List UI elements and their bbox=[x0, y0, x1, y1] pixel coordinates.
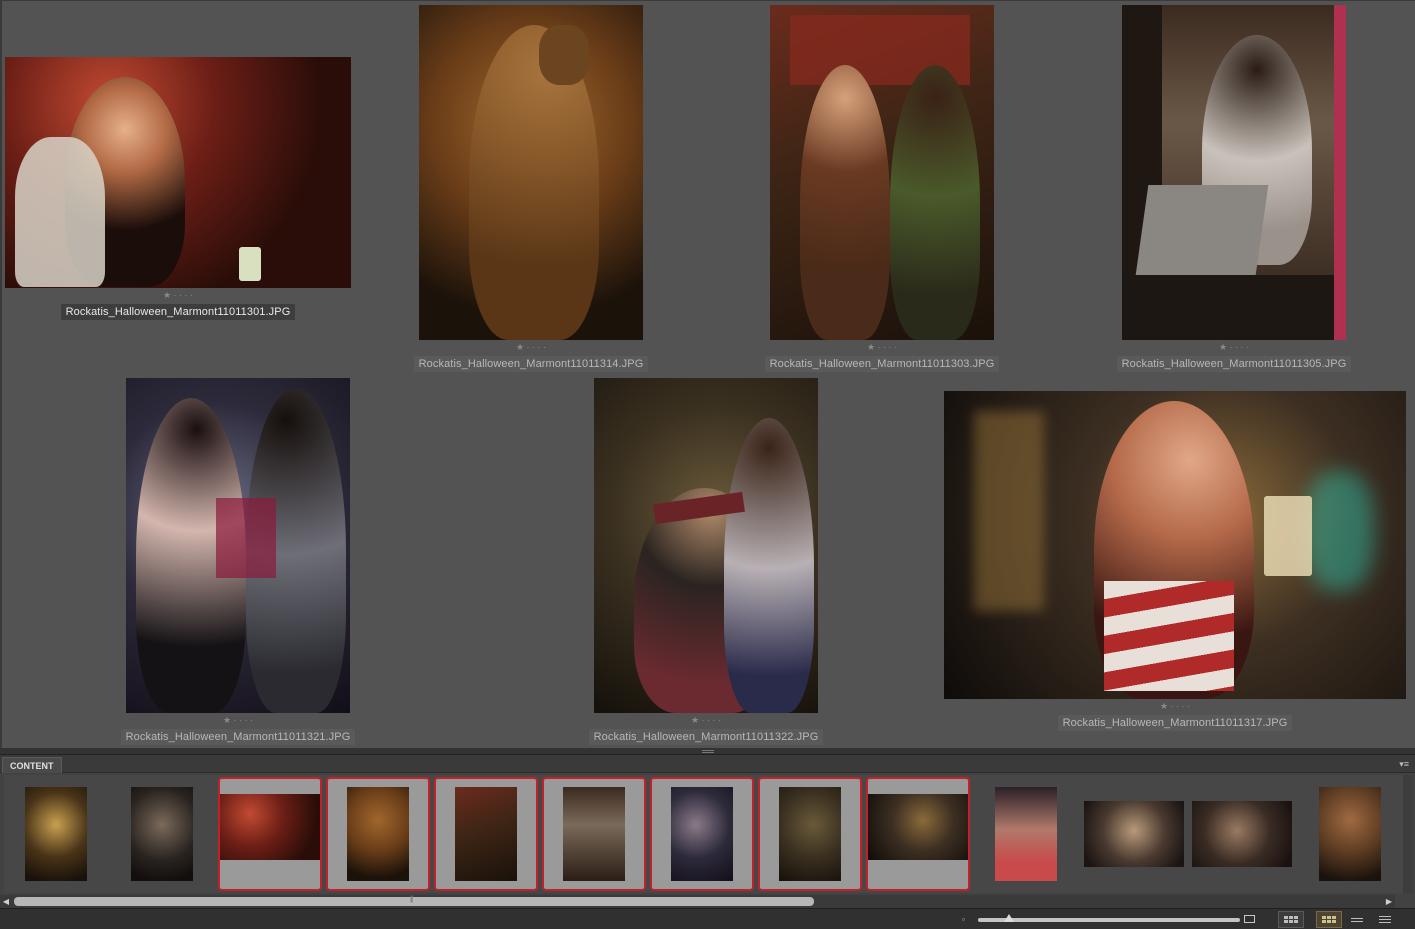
thumbnail-image bbox=[671, 787, 733, 881]
bridge-window: ★ · · · · Rockatis_Halloween_Marmont1101… bbox=[0, 0, 1415, 929]
photo-image[interactable] bbox=[770, 5, 994, 340]
photo-image[interactable] bbox=[1122, 5, 1346, 340]
preview-item[interactable]: ★ · · · · Rockatis_Halloween_Marmont1101… bbox=[582, 378, 830, 745]
thumbnail-image bbox=[779, 787, 841, 881]
preview-item[interactable]: ★ · · · · Rockatis_Halloween_Marmont1101… bbox=[114, 378, 362, 745]
thumbnail-image bbox=[131, 787, 193, 881]
grid-view-button[interactable] bbox=[1278, 911, 1304, 928]
content-vertical-scrollbar[interactable] bbox=[1403, 775, 1413, 893]
thumbnail-image bbox=[1192, 801, 1292, 867]
content-panel: CONTENT ▾≡ ◀ ||| ▶ bbox=[0, 754, 1415, 908]
content-horizontal-scrollbar[interactable]: ◀ ||| ▶ bbox=[0, 895, 1395, 908]
scroll-right-arrow-icon[interactable]: ▶ bbox=[1383, 895, 1395, 908]
preview-item[interactable]: ★ · · · · Rockatis_Halloween_Marmont1101… bbox=[4, 57, 352, 320]
preview-item[interactable]: ★ · · · · Rockatis_Halloween_Marmont1101… bbox=[1110, 5, 1358, 372]
photo-image[interactable] bbox=[419, 5, 643, 340]
rating-stars[interactable]: ★ · · · · bbox=[163, 290, 193, 300]
photo-image[interactable] bbox=[126, 378, 350, 713]
thumbnail[interactable] bbox=[758, 777, 862, 891]
tab-content[interactable]: CONTENT bbox=[2, 757, 62, 773]
content-tabbar: CONTENT ▾≡ bbox=[0, 755, 1415, 773]
panel-menu-icon[interactable]: ▾≡ bbox=[1399, 759, 1409, 769]
thumbnail[interactable] bbox=[4, 777, 108, 891]
thumbnail-image bbox=[25, 787, 87, 881]
thumbnail[interactable] bbox=[650, 777, 754, 891]
preview-item[interactable]: ★ · · · · Rockatis_Halloween_Marmont1101… bbox=[944, 391, 1406, 731]
photo-filename[interactable]: Rockatis_Halloween_Marmont11011305.JPG bbox=[1116, 356, 1352, 372]
photo-image[interactable] bbox=[5, 57, 351, 288]
thumbnail[interactable] bbox=[1082, 777, 1186, 891]
photo-filename[interactable]: Rockatis_Halloween_Marmont11011301.JPG bbox=[60, 304, 296, 320]
preview-pane[interactable]: ★ · · · · Rockatis_Halloween_Marmont1101… bbox=[0, 0, 1415, 748]
large-thumbnail-icon[interactable] bbox=[1244, 913, 1255, 926]
thumbnail[interactable] bbox=[110, 777, 214, 891]
rating-stars[interactable]: ★ · · · · bbox=[516, 342, 546, 352]
photo-filename[interactable]: Rockatis_Halloween_Marmont11011321.JPG bbox=[120, 729, 356, 745]
photo-filename[interactable]: Rockatis_Halloween_Marmont11011303.JPG bbox=[764, 356, 1000, 372]
photo-image[interactable] bbox=[594, 378, 818, 713]
thumbnail[interactable] bbox=[1190, 777, 1294, 891]
small-thumbnail-icon[interactable]: ▫ bbox=[962, 913, 965, 926]
thumbnail-size-slider[interactable] bbox=[978, 918, 1240, 922]
thumbnail[interactable] bbox=[434, 777, 538, 891]
scrollbar-grip-icon: ||| bbox=[410, 896, 414, 903]
bottom-toolbar: ▫ bbox=[0, 908, 1415, 929]
list-view-button[interactable] bbox=[1372, 911, 1398, 928]
scrollbar-thumb[interactable] bbox=[14, 897, 814, 906]
preview-item[interactable]: ★ · · · · Rockatis_Halloween_Marmont1101… bbox=[758, 5, 1006, 372]
thumbnail-image bbox=[868, 794, 968, 860]
photo-image[interactable] bbox=[944, 391, 1406, 699]
thumbnail-image bbox=[995, 787, 1057, 881]
rating-stars[interactable]: ★ · · · · bbox=[691, 715, 721, 725]
thumbnail[interactable] bbox=[218, 777, 322, 891]
photo-filename[interactable]: Rockatis_Halloween_Marmont11011314.JPG bbox=[413, 356, 649, 372]
rating-stars[interactable]: ★ · · · · bbox=[867, 342, 897, 352]
filmstrip-view-button[interactable] bbox=[1316, 911, 1342, 928]
preview-item[interactable]: ★ · · · · Rockatis_Halloween_Marmont1101… bbox=[407, 5, 655, 372]
thumbnail-image bbox=[1319, 787, 1381, 881]
thumbnail-image bbox=[563, 787, 625, 881]
thumbnail-image bbox=[1084, 801, 1184, 867]
details-view-button[interactable] bbox=[1344, 911, 1370, 928]
thumbnail[interactable] bbox=[542, 777, 646, 891]
rating-stars[interactable]: ★ · · · · bbox=[1219, 342, 1249, 352]
rating-stars[interactable]: ★ · · · · bbox=[1160, 701, 1190, 711]
thumbnail[interactable] bbox=[866, 777, 970, 891]
scroll-left-arrow-icon[interactable]: ◀ bbox=[0, 895, 12, 908]
rating-stars[interactable]: ★ · · · · bbox=[223, 715, 253, 725]
thumbnail[interactable] bbox=[974, 777, 1078, 891]
photo-filename[interactable]: Rockatis_Halloween_Marmont11011322.JPG bbox=[588, 729, 824, 745]
thumbnail-image bbox=[455, 787, 517, 881]
thumbnail-strip[interactable] bbox=[4, 775, 1404, 893]
photo-filename[interactable]: Rockatis_Halloween_Marmont11011317.JPG bbox=[1057, 715, 1293, 731]
thumbnail-image bbox=[220, 794, 320, 860]
thumbnail-size-slider-knob[interactable] bbox=[1004, 914, 1014, 922]
thumbnail[interactable] bbox=[326, 777, 430, 891]
thumbnail-image bbox=[347, 787, 409, 881]
thumbnail[interactable] bbox=[1298, 777, 1402, 891]
